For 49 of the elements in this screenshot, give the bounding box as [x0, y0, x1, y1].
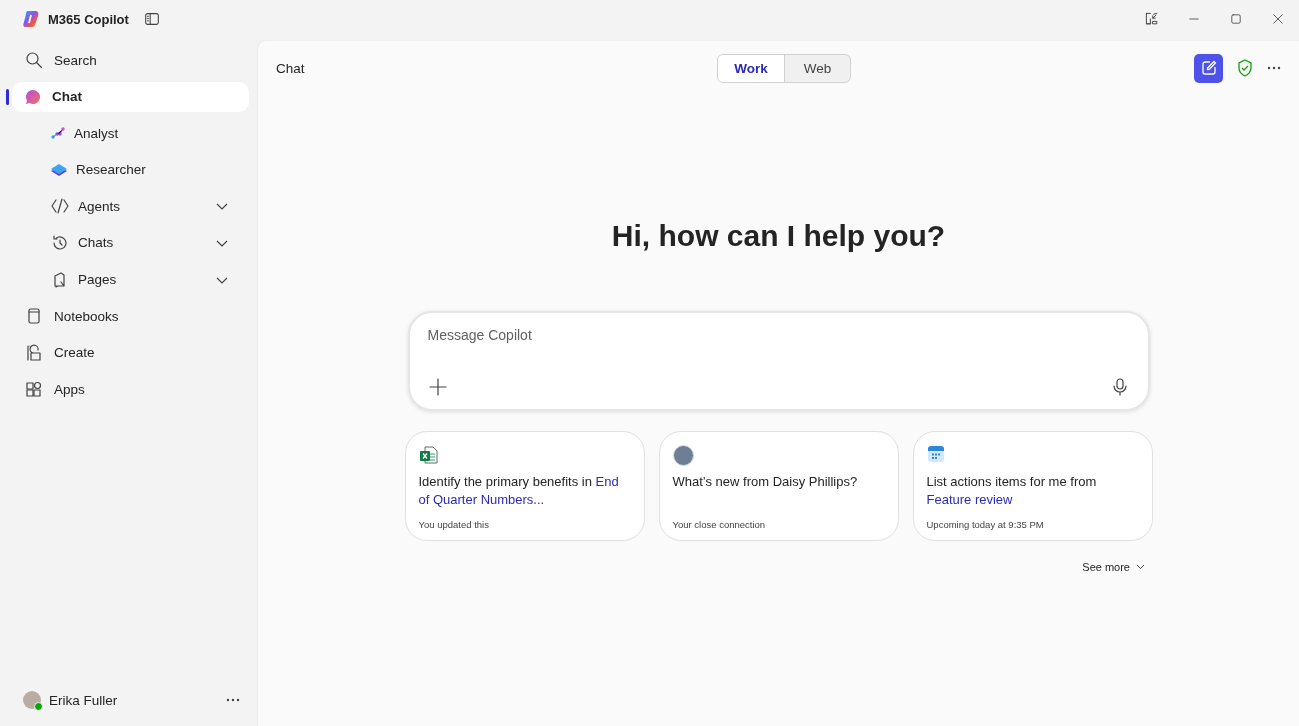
add-icon	[427, 377, 448, 397]
user-name: Erika Fuller	[49, 692, 118, 708]
shield-check-icon[interactable]	[1237, 59, 1253, 77]
calendar-icon	[926, 445, 945, 463]
sidebar-item[interactable]: Notebooks	[12, 301, 249, 332]
sidebar-item[interactable]: Researcher	[12, 154, 249, 185]
sidebar-item[interactable]: Pages	[12, 264, 249, 295]
mode-tab[interactable]: Work	[718, 55, 784, 82]
page-title: Chat	[276, 60, 305, 76]
suggestion-caption: You updated this	[418, 519, 490, 530]
sidebar-item[interactable]: Search	[12, 45, 249, 75]
search-icon	[24, 50, 44, 70]
sidebar-item[interactable]: Apps	[12, 374, 249, 405]
app-title: M365 Copilot	[48, 11, 129, 27]
new-chat-button[interactable]	[1194, 53, 1223, 83]
suggestion-prompt: Identify the primary benefits in End of Quarter Numbers...	[418, 473, 620, 509]
layered-diamond-icon	[50, 161, 68, 178]
maximize-icon	[1229, 12, 1243, 26]
user-avatar[interactable]	[23, 691, 41, 709]
more-icon[interactable]	[226, 698, 240, 702]
suggestion-card[interactable]: What’s new from Daisy Phillips? Your close connection	[658, 431, 899, 541]
sidebar-item[interactable]: Chats	[12, 227, 249, 258]
shapes-icon	[24, 342, 44, 363]
see-more-button[interactable]: See more	[1080, 559, 1147, 575]
app-logo-icon	[22, 10, 40, 28]
close-icon	[1271, 12, 1285, 26]
sidebar-item[interactable]: Analyst	[12, 118, 249, 149]
mode-tab[interactable]: Web	[784, 55, 850, 82]
spreadsheet-file-icon	[418, 445, 439, 465]
suggestion-card[interactable]: Identify the primary benefits in End of Quarter Numbers... You updated this	[404, 431, 645, 541]
selection-indicator	[6, 88, 9, 105]
suggestion-caption: Your close connection	[672, 519, 767, 530]
avatar-placeholder	[672, 445, 694, 466]
chat-bubble-icon	[24, 87, 42, 106]
suggestion-prompt: What’s new from Daisy Phillips?	[672, 473, 859, 491]
presence-dot	[34, 702, 43, 711]
suggestion-caption: Upcoming today at 9:35 PM	[926, 519, 1045, 530]
exit-compact-icon	[1144, 11, 1160, 27]
scatter-dots-icon	[50, 125, 66, 142]
sidebar-item[interactable]: Create	[12, 337, 249, 368]
sidebar-toggle-icon	[142, 10, 161, 28]
chevron-icon	[1136, 564, 1145, 570]
greeting-heading: Hi, how can I help you?	[610, 219, 947, 253]
suggestion-prompt: List actions items for me from Feature review	[926, 473, 1098, 509]
compose-icon	[1200, 60, 1217, 76]
sidebar-item[interactable]: Agents	[12, 191, 249, 222]
apps-grid-icon	[24, 379, 44, 400]
more-icon[interactable]	[1267, 66, 1281, 70]
suggestion-card[interactable]: List actions items for me from Feature review Upcoming today at 9:35 PM	[912, 431, 1153, 541]
